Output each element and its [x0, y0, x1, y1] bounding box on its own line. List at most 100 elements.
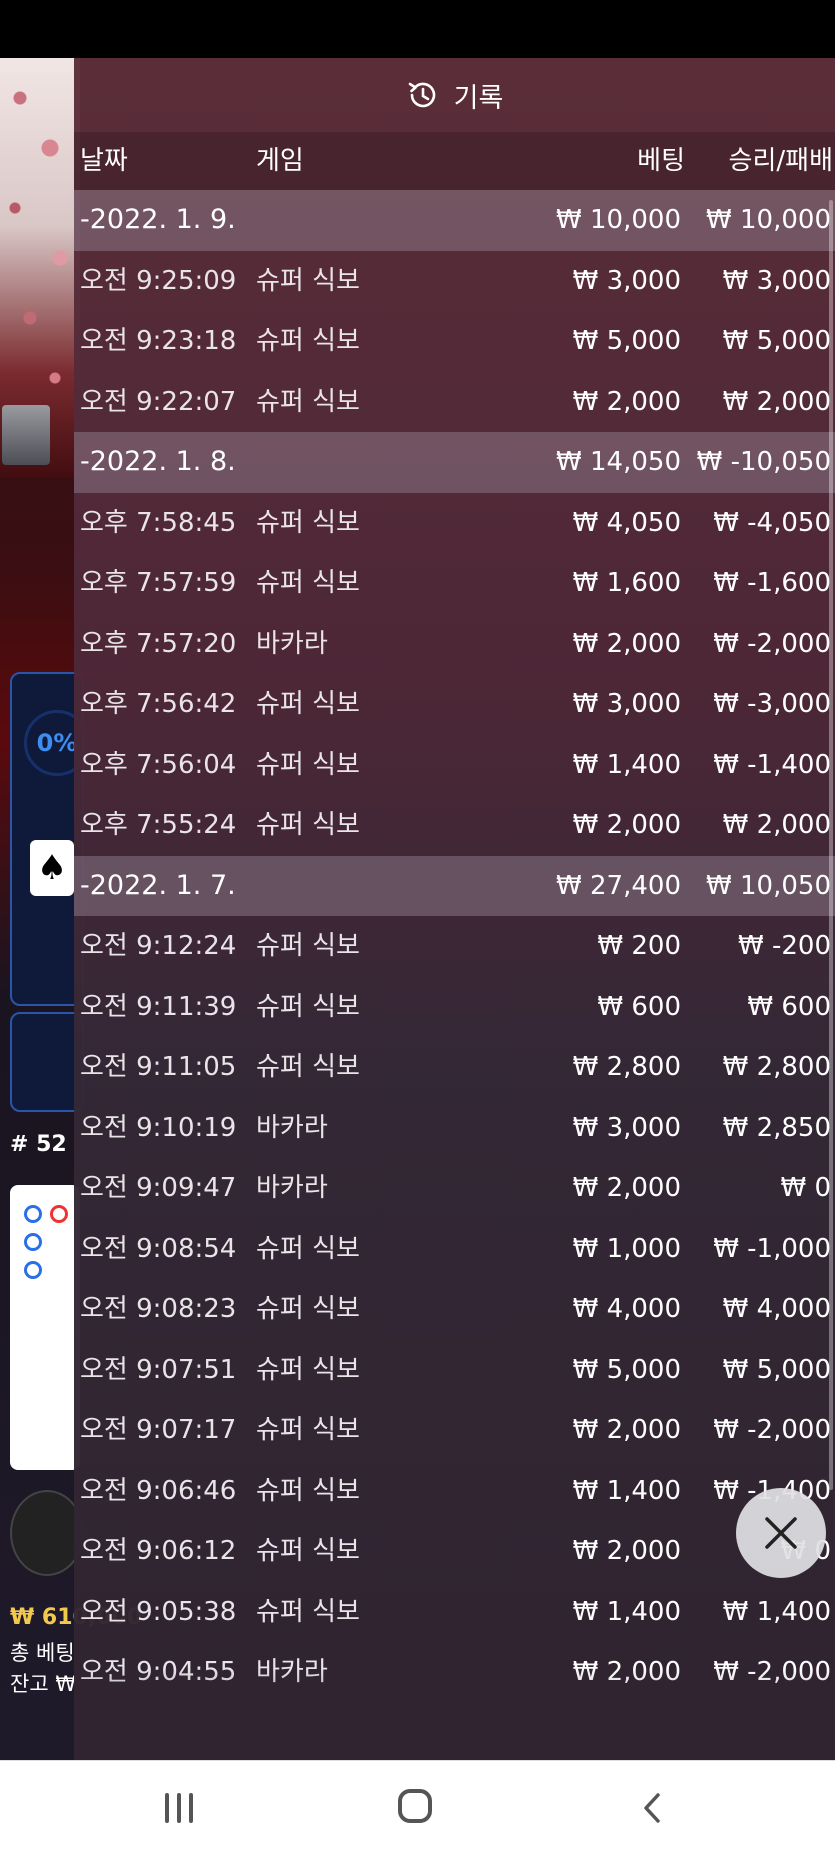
row-result: ₩ 10,000 — [706, 205, 831, 235]
row-time: 오전 9:08:54 — [80, 1233, 237, 1264]
row-game: 슈퍼 식보 — [256, 689, 360, 719]
road-circle — [24, 1233, 42, 1251]
row-game: 슈퍼 식보 — [256, 386, 360, 417]
row-time: 오전 9:08:23 — [80, 1294, 237, 1324]
row-time: 오전 9:07:17 — [80, 1415, 237, 1445]
date-group-row[interactable]: -2022. 1. 9. ₩ 10,000 ₩ 10,000 — [74, 190, 835, 251]
row-bet: ₩ 2,800 — [572, 1052, 681, 1082]
row-result: ₩ 5,000 — [722, 326, 831, 356]
history-row[interactable]: 오후 7:56:42 슈퍼 식보 ₩ 3,000 ₩ -3,000 — [74, 674, 835, 735]
close-button[interactable] — [736, 1488, 826, 1578]
row-result: ₩ 2,800 — [722, 1052, 831, 1082]
history-row[interactable]: 오후 7:57:20 바카라 ₩ 2,000 ₩ -2,000 — [74, 614, 835, 675]
row-result: ₩ -4,050 — [713, 507, 831, 538]
row-game: 슈퍼 식보 — [256, 1536, 360, 1566]
row-result: ₩ -10,050 — [696, 447, 831, 477]
row-game: 슈퍼 식보 — [256, 1415, 360, 1445]
row-game: 슈퍼 식보 — [256, 810, 360, 840]
row-game: 슈퍼 식보 — [256, 1475, 360, 1506]
row-game: 바카라 — [256, 1657, 328, 1687]
history-row[interactable]: 오후 7:55:24 슈퍼 식보 ₩ 2,000 ₩ 2,000 — [74, 795, 835, 856]
recent-apps-icon[interactable] — [163, 1791, 195, 1825]
road-board — [10, 1185, 80, 1470]
row-time: 오전 9:10:19 — [80, 1112, 237, 1143]
close-icon — [765, 1517, 797, 1549]
row-result: ₩ -2,000 — [713, 1415, 831, 1445]
history-row[interactable]: 오전 9:23:18 슈퍼 식보 ₩ 5,000 ₩ 5,000 — [74, 311, 835, 372]
history-row[interactable]: 오전 9:06:46슈퍼 식보₩ 1,400₩ -1,400 — [74, 1461, 835, 1522]
row-result: ₩ 0 — [780, 1173, 831, 1203]
history-row[interactable]: 오전 9:07:51 슈퍼 식보 ₩ 5,000 ₩ 5,000 — [74, 1340, 835, 1401]
panel-title: 기록 — [453, 82, 504, 114]
row-game: 슈퍼 식보 — [256, 265, 360, 296]
history-row[interactable]: 오전 9:08:23 슈퍼 식보 ₩ 4,000 ₩ 4,000 — [74, 1279, 835, 1340]
header-result: 승리/패배 — [728, 146, 833, 176]
history-row[interactable]: 오후 7:58:45 슈퍼 식보 ₩ 4,050 ₩ -4,050 — [74, 493, 835, 554]
row-result: ₩ -200 — [738, 931, 831, 961]
row-bet: ₩ 1,400 — [572, 1596, 681, 1627]
history-row[interactable]: 오전 9:11:05 슈퍼 식보 ₩ 2,800 ₩ 2,800 — [74, 1037, 835, 1098]
row-game: 슈퍼 식보 — [256, 326, 360, 356]
row-time: -2022. 1. 9. — [80, 204, 236, 235]
row-time: 오후 7:57:59 — [80, 568, 237, 598]
row-time: 오전 9:25:09 — [80, 265, 237, 296]
history-row[interactable]: 오전 9:04:55 바카라 ₩ 2,000 ₩ -2,000 — [74, 1642, 835, 1703]
history-row[interactable]: 오전 9:06:12슈퍼 식보₩ 2,000₩ 0 — [74, 1521, 835, 1582]
row-bet: ₩ 27,400 — [556, 870, 681, 901]
history-list[interactable]: -2022. 1. 9. ₩ 10,000 ₩ 10,000 오전 9:25:09 슈퍼… — [74, 190, 835, 1703]
row-time: 오전 9:09:47 — [80, 1173, 237, 1203]
row-time: 오전 9:11:05 — [80, 1052, 237, 1082]
row-result: ₩ -3,000 — [713, 689, 831, 719]
history-row[interactable]: 오전 9:22:07 슈퍼 식보 ₩ 2,000 ₩ 2,000 — [74, 372, 835, 433]
row-bet: ₩ 1,000 — [572, 1233, 681, 1264]
row-time: 오전 9:23:18 — [80, 326, 237, 356]
row-bet: ₩ 1,600 — [572, 568, 681, 598]
history-row[interactable]: 오전 9:07:17 슈퍼 식보 ₩ 2,000 ₩ -2,000 — [74, 1400, 835, 1461]
scrollbar[interactable] — [829, 200, 833, 1490]
row-game: 바카라 — [256, 1112, 328, 1143]
chip-selector[interactable] — [10, 1490, 84, 1576]
back-icon[interactable] — [638, 1791, 668, 1825]
row-game: 슈퍼 식보 — [256, 749, 360, 780]
history-row[interactable]: 오후 7:57:59 슈퍼 식보 ₩ 1,600 ₩ -1,600 — [74, 553, 835, 614]
road-circle — [24, 1205, 42, 1223]
row-bet: ₩ 2,000 — [572, 1657, 681, 1687]
row-time: 오전 9:05:38 — [80, 1596, 237, 1627]
row-time: 오후 7:56:04 — [80, 749, 237, 780]
row-bet: ₩ 2,000 — [572, 1415, 681, 1445]
date-group-row[interactable]: -2022. 1. 7. ₩ 27,400 ₩ 10,050 — [74, 855, 835, 916]
balance-label: 잔고 ₩ — [10, 1672, 77, 1696]
history-row[interactable]: 오전 9:10:19 바카라 ₩ 3,000 ₩ 2,850 — [74, 1098, 835, 1159]
history-row[interactable]: 오전 9:12:24 슈퍼 식보 ₩ 200 ₩ -200 — [74, 916, 835, 977]
round-number: # 52 — [10, 1132, 67, 1157]
history-row[interactable]: 오전 9:08:54 슈퍼 식보 ₩ 1,000 ₩ -1,000 — [74, 1219, 835, 1280]
row-game: 슈퍼 식보 — [256, 507, 360, 538]
header-game: 게임 — [256, 146, 304, 176]
row-game: 슈퍼 식보 — [256, 1052, 360, 1082]
row-bet: ₩ 200 — [597, 931, 681, 961]
row-time: -2022. 1. 8. — [80, 446, 236, 477]
row-bet: ₩ 10,000 — [556, 205, 681, 235]
row-bet: ₩ 5,000 — [572, 326, 681, 356]
date-group-row[interactable]: -2022. 1. 8. ₩ 14,050 ₩ -10,050 — [74, 432, 835, 493]
total-bet-label: 총 베팅 — [10, 1641, 75, 1665]
road-circle — [50, 1205, 68, 1223]
history-row[interactable]: 오전 9:25:09 슈퍼 식보 ₩ 3,000 ₩ 3,000 — [74, 251, 835, 312]
row-result: ₩ 4,000 — [722, 1294, 831, 1324]
row-game: 슈퍼 식보 — [256, 1354, 360, 1385]
row-bet: ₩ 2,000 — [572, 386, 681, 417]
column-headers: 날짜 게임 베팅 승리/패배 — [74, 132, 835, 190]
history-row[interactable]: 오후 7:56:04 슈퍼 식보 ₩ 1,400 ₩ -1,400 — [74, 735, 835, 796]
row-time: 오전 9:06:12 — [80, 1536, 237, 1566]
status-bar — [0, 0, 835, 58]
history-row[interactable]: 오전 9:11:39 슈퍼 식보 ₩ 600 ₩ 600 — [74, 977, 835, 1038]
history-row[interactable]: 오전 9:09:47 바카라 ₩ 2,000 ₩ 0 — [74, 1158, 835, 1219]
row-result: ₩ -1,400 — [713, 749, 831, 780]
row-bet: ₩ 4,000 — [572, 1294, 681, 1324]
row-time: 오전 9:04:55 — [80, 1657, 237, 1687]
row-time: 오후 7:55:24 — [80, 810, 237, 840]
history-row[interactable]: 오전 9:05:38 슈퍼 식보 ₩ 1,400 ₩ 1,400 — [74, 1582, 835, 1643]
row-bet: ₩ 3,000 — [572, 265, 681, 296]
home-icon[interactable] — [398, 1789, 432, 1823]
row-game: 슈퍼 식보 — [256, 931, 360, 961]
